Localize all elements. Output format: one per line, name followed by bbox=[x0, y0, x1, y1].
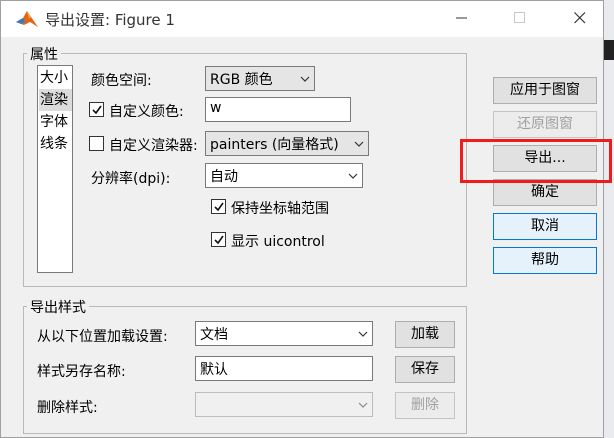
save-style-label: 样式另存名称: bbox=[37, 364, 126, 380]
resolution-select[interactable]: 自动 bbox=[205, 163, 363, 188]
maximize-icon bbox=[514, 12, 525, 23]
help-button[interactable]: 帮助 bbox=[493, 247, 597, 274]
ok-button[interactable]: 确定 bbox=[493, 179, 597, 206]
export-setup-dialog: 导出设置: Figure 1 属性 大小 渲染 字体 线条 颜色空间: RGB … bbox=[0, 0, 604, 438]
delete-button: 删除 bbox=[395, 392, 455, 419]
custom-renderer-label: 自定义渲染器: bbox=[109, 138, 198, 154]
chevron-down-icon bbox=[348, 173, 358, 179]
load-settings-select[interactable]: 文档 bbox=[195, 321, 373, 346]
check-icon bbox=[214, 235, 224, 245]
properties-listbox[interactable]: 大小 渲染 字体 线条 bbox=[37, 65, 73, 273]
custom-color-value: w bbox=[210, 100, 222, 116]
delete-style-select bbox=[195, 392, 373, 417]
export-styles-group-label: 导出样式 bbox=[27, 297, 89, 317]
cancel-button[interactable]: 取消 bbox=[493, 213, 597, 240]
annotation-highlight-box bbox=[460, 139, 612, 183]
chevron-down-icon bbox=[354, 141, 364, 147]
colorspace-label: 颜色空间: bbox=[91, 73, 152, 89]
window-title: 导出设置: Figure 1 bbox=[45, 11, 175, 29]
chevron-down-icon bbox=[358, 402, 368, 408]
background-element bbox=[604, 40, 614, 60]
minimize-button[interactable] bbox=[439, 1, 485, 37]
chevron-down-icon bbox=[358, 331, 368, 337]
custom-color-checkbox[interactable] bbox=[89, 102, 104, 117]
resolution-value: 自动 bbox=[210, 169, 238, 185]
load-button[interactable]: 加载 bbox=[395, 321, 455, 348]
delete-style-label: 删除样式: bbox=[37, 400, 98, 416]
save-style-value: 默认 bbox=[200, 362, 228, 378]
list-item-lines[interactable]: 线条 bbox=[39, 133, 72, 155]
chevron-down-icon bbox=[300, 76, 310, 82]
list-item-size[interactable]: 大小 bbox=[39, 67, 72, 89]
save-style-field[interactable]: 默认 bbox=[195, 356, 373, 381]
custom-renderer-value: painters (向量格式) bbox=[210, 137, 339, 153]
show-uicontrol-label: 显示 uicontrol bbox=[231, 234, 325, 250]
keep-axes-checkbox[interactable] bbox=[211, 199, 226, 214]
restore-figure-button: 还原图窗 bbox=[493, 111, 597, 138]
custom-renderer-select[interactable]: painters (向量格式) bbox=[205, 131, 369, 156]
apply-to-figure-button[interactable]: 应用于图窗 bbox=[493, 77, 597, 104]
properties-group-label: 属性 bbox=[27, 44, 61, 64]
show-uicontrol-checkbox[interactable] bbox=[211, 232, 226, 247]
check-icon bbox=[92, 105, 102, 115]
minimize-icon bbox=[456, 17, 467, 19]
custom-color-field[interactable]: w bbox=[205, 97, 351, 122]
matlab-icon bbox=[15, 9, 39, 29]
check-icon bbox=[214, 202, 224, 212]
maximize-button bbox=[497, 1, 543, 37]
title-bar: 导出设置: Figure 1 bbox=[1, 1, 603, 37]
keep-axes-label: 保持坐标轴范围 bbox=[231, 201, 329, 217]
colorspace-select[interactable]: RGB 颜色 bbox=[205, 66, 315, 91]
resolution-label: 分辨率(dpi): bbox=[91, 171, 171, 187]
save-button[interactable]: 保存 bbox=[395, 356, 455, 383]
load-settings-value: 文档 bbox=[200, 327, 228, 343]
close-button[interactable] bbox=[557, 1, 603, 37]
list-item-rendering[interactable]: 渲染 bbox=[39, 89, 72, 111]
close-icon bbox=[574, 12, 586, 24]
colorspace-value: RGB 颜色 bbox=[210, 72, 273, 88]
list-item-fonts[interactable]: 字体 bbox=[39, 111, 72, 133]
custom-color-label: 自定义颜色: bbox=[109, 104, 184, 120]
custom-renderer-checkbox[interactable] bbox=[89, 136, 104, 151]
load-settings-label: 从以下位置加载设置: bbox=[37, 329, 168, 345]
